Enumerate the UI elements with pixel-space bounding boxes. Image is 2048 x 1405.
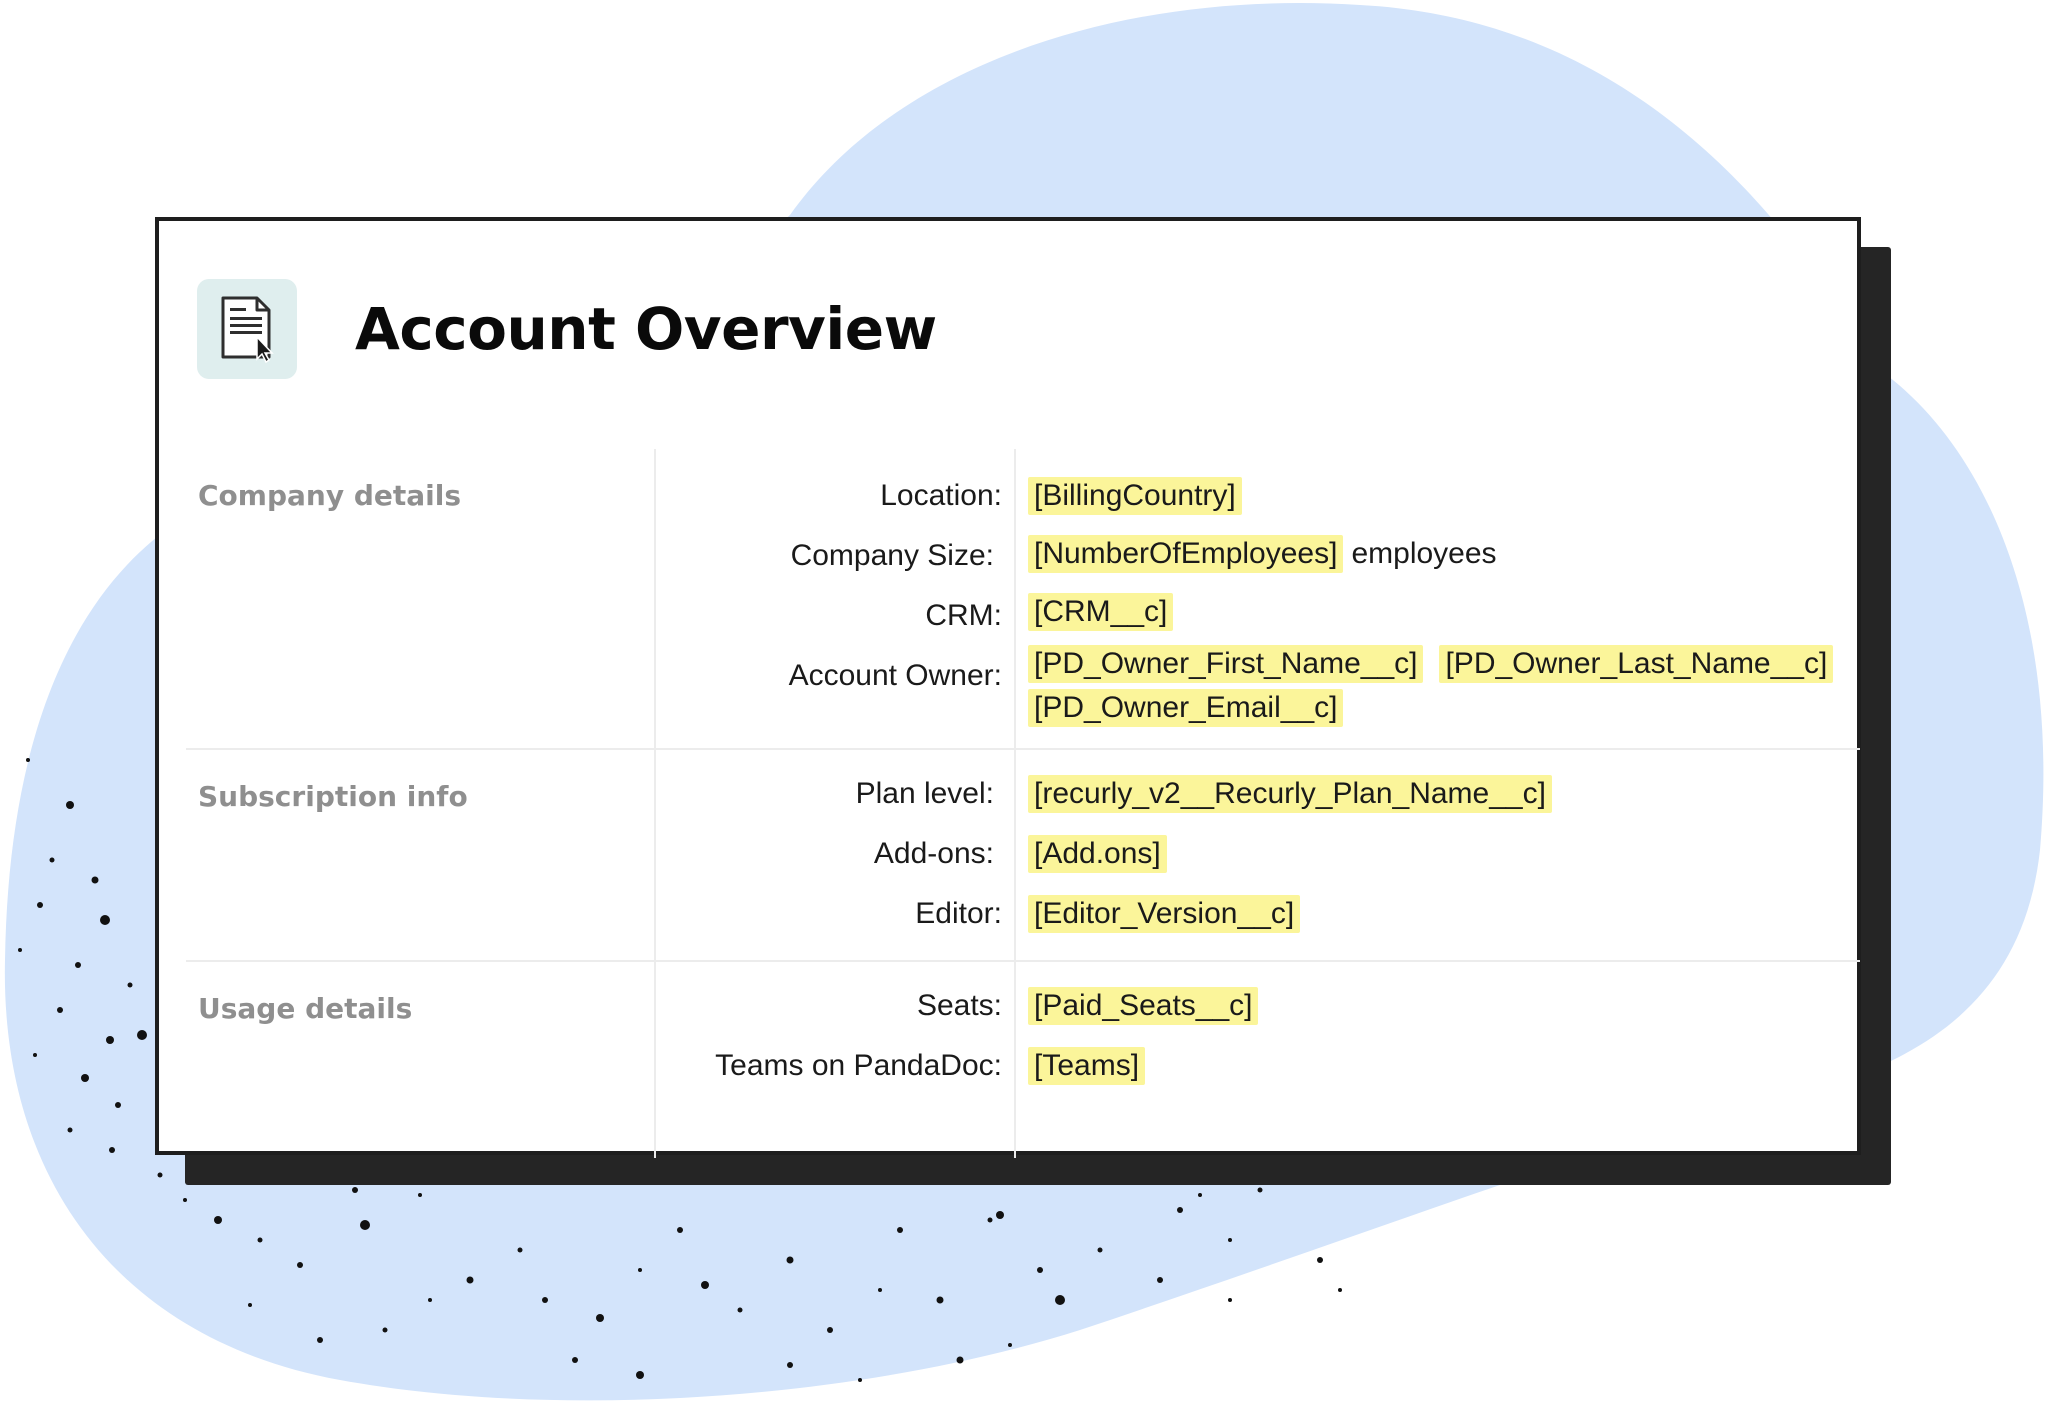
section-company-details: Company details Location: Company Size: … bbox=[186, 449, 1860, 750]
merge-field-tag: [CRM__c] bbox=[1028, 593, 1174, 631]
merge-field-tag: [BillingCountry] bbox=[1028, 477, 1242, 515]
field-account-owner-label: Account Owner: bbox=[788, 659, 1002, 692]
merge-field-tag: [NumberOfEmployees] bbox=[1028, 535, 1344, 573]
merge-field-tag: [PD_Owner_First_Name__c] bbox=[1028, 645, 1424, 683]
field-seats-label: Seats: bbox=[916, 989, 1002, 1022]
field-company-size-value: [NumberOfEmployees] employees bbox=[1028, 518, 1860, 576]
illustration: Account Overview Company details Locatio… bbox=[0, 0, 2048, 1405]
field-values: [recurly_v2__Recurly_Plan_Name__c] [Add.… bbox=[1016, 750, 1860, 960]
field-location-value: [BillingCountry] bbox=[1028, 449, 1860, 518]
company-size-suffix: employees bbox=[1351, 537, 1497, 570]
section-usage-details: Usage details Seats: Teams on PandaDoc: … bbox=[186, 962, 1860, 1158]
field-company-size-label: Company Size: bbox=[790, 539, 994, 572]
field-values: [Paid_Seats__c] [Teams] bbox=[1016, 962, 1860, 1158]
field-teams-label: Teams on PandaDoc: bbox=[715, 1049, 1002, 1082]
merge-field-tag: [recurly_v2__Recurly_Plan_Name__c] bbox=[1028, 775, 1552, 813]
field-names: Plan level: Add-ons: Editor: bbox=[656, 750, 1016, 960]
merge-field-tag: [Editor_Version__c] bbox=[1028, 895, 1301, 933]
field-names: Seats: Teams on PandaDoc: bbox=[656, 962, 1016, 1158]
merge-field-tag: [Add.ons] bbox=[1028, 835, 1167, 873]
field-crm-label: CRM: bbox=[925, 599, 1002, 632]
section-label: Usage details bbox=[186, 962, 656, 1158]
merge-field-tag: [PD_Owner_Last_Name__c] bbox=[1439, 645, 1834, 683]
merge-field-tag: [Paid_Seats__c] bbox=[1028, 987, 1259, 1025]
field-crm-value: [CRM__c] bbox=[1028, 576, 1860, 634]
merge-field-tag: [PD_Owner_Email__c] bbox=[1028, 689, 1344, 727]
merge-field-tag: [Teams] bbox=[1028, 1047, 1146, 1085]
account-overview-card: Account Overview Company details Locatio… bbox=[155, 217, 1861, 1158]
field-teams-value: [Teams] bbox=[1028, 1028, 1860, 1088]
page-title: Account Overview bbox=[355, 295, 937, 363]
overview-table: Company details Location: Company Size: … bbox=[186, 449, 1860, 1158]
card-header: Account Overview bbox=[197, 279, 937, 379]
field-editor-value: [Editor_Version__c] bbox=[1028, 876, 1860, 936]
document-cursor-icon bbox=[197, 279, 297, 379]
field-names: Location: Company Size: CRM: Account Own… bbox=[656, 449, 1016, 748]
field-add-ons-label: Add-ons: bbox=[873, 837, 994, 870]
section-label: Subscription info bbox=[186, 750, 656, 960]
section-label: Company details bbox=[186, 449, 656, 748]
field-location-label: Location: bbox=[880, 479, 1002, 512]
field-seats-value: [Paid_Seats__c] bbox=[1028, 962, 1860, 1028]
field-account-owner-value: [PD_Owner_First_Name__c] [PD_Owner_Last_N… bbox=[1028, 634, 1860, 748]
field-plan-level-value: [recurly_v2__Recurly_Plan_Name__c] bbox=[1028, 750, 1860, 816]
field-add-ons-value: [Add.ons] bbox=[1028, 816, 1860, 876]
section-subscription-info: Subscription info Plan level: Add-ons: E… bbox=[186, 750, 1860, 962]
field-values: [BillingCountry] [NumberOfEmployees] empl… bbox=[1016, 449, 1860, 748]
field-editor-label: Editor: bbox=[915, 897, 1002, 930]
field-plan-level-label: Plan level: bbox=[855, 777, 994, 810]
